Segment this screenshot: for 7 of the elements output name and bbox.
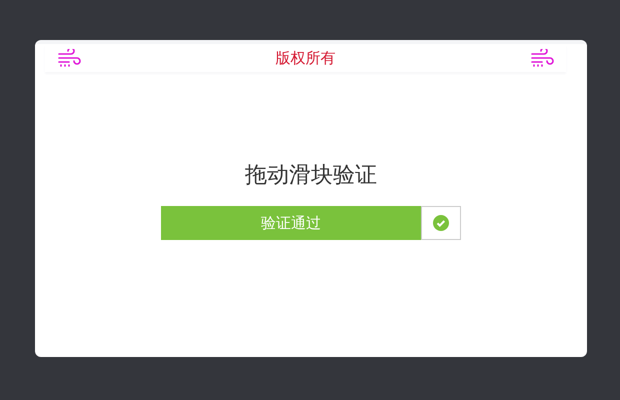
wind-icon [530,49,554,67]
check-icon [433,215,449,231]
wind-icon [57,49,81,67]
slider-handle[interactable] [421,206,461,240]
copyright-title: 版权所有 [276,48,336,68]
status-text: 验证通过 [261,214,321,232]
captcha-title: 拖动滑块验证 [245,162,377,190]
